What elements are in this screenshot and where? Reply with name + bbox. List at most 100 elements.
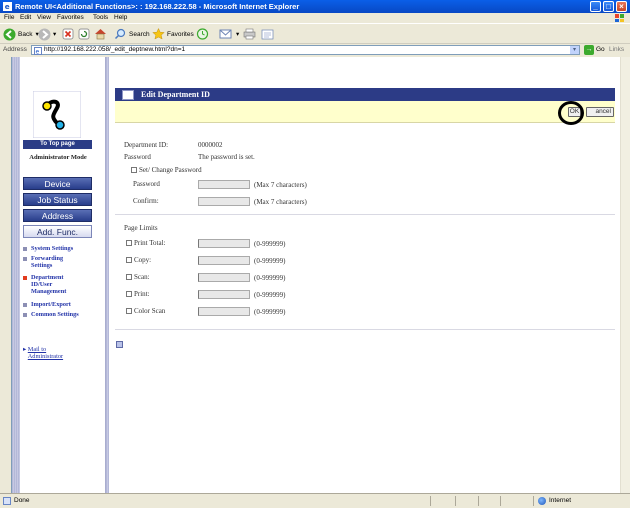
svg-text:e: e	[5, 2, 10, 11]
menu-edit[interactable]: Edit	[20, 14, 31, 21]
confirm-input[interactable]	[198, 197, 250, 206]
scan-input[interactable]	[198, 273, 250, 282]
copy-input[interactable]	[198, 256, 250, 265]
print-total-checkbox[interactable]	[126, 240, 132, 246]
nav-button-device[interactable]: Device	[23, 177, 92, 190]
menu-favorites[interactable]: Favorites	[57, 14, 84, 21]
toolbar: Back ▾ ▾ Search Favorites ▾	[0, 23, 630, 43]
bullet-icon	[23, 302, 27, 307]
print-checkbox[interactable]	[126, 291, 132, 297]
password-status: The password is set.	[198, 153, 255, 161]
mode-label: Administrator Mode	[29, 154, 87, 161]
scan-range: (0-999999)	[254, 274, 286, 282]
back-button[interactable]: Back ▾	[3, 27, 39, 41]
title-bar: e Remote UI<Additional Functions>: : 192…	[0, 0, 630, 13]
search-button[interactable]: Search	[114, 27, 150, 41]
internet-zone-icon	[538, 497, 546, 505]
page-icon: e	[34, 47, 42, 55]
sidebar-link-common-settings[interactable]: Common Settings	[23, 311, 79, 319]
status-divider	[500, 496, 501, 506]
home-icon	[95, 29, 106, 40]
print-total-label: Print Total:	[134, 239, 166, 247]
links-button[interactable]: Links	[609, 46, 624, 53]
panel-title: Edit Department ID	[141, 90, 210, 99]
department-id-label: Department ID:	[124, 141, 169, 149]
page-top-icon[interactable]	[116, 341, 123, 348]
window-title: Remote UI<Additional Functions>: : 192.1…	[15, 2, 300, 11]
confirm-label: Confirm:	[133, 197, 159, 205]
print-label: Print:	[134, 290, 150, 298]
forward-button[interactable]: ▾	[38, 27, 56, 41]
password-label: Password	[124, 153, 151, 161]
close-button[interactable]: ×	[616, 1, 627, 12]
password-input[interactable]	[198, 180, 250, 189]
main-panel: Edit Department ID OK ancel Department I…	[109, 57, 621, 493]
scan-label: Scan:	[134, 273, 150, 281]
status-divider	[430, 496, 431, 506]
star-icon	[152, 28, 165, 40]
color-scan-input[interactable]	[198, 307, 250, 316]
status-divider	[455, 496, 456, 506]
nav-button-job-status[interactable]: Job Status	[23, 193, 92, 206]
edit-page-icon	[261, 29, 274, 40]
address-bar: Address e http://192.168.222.058/_edit_d…	[0, 43, 630, 56]
home-button[interactable]	[94, 27, 107, 41]
sidebar-link-forwarding-settings[interactable]: Forwarding Settings	[23, 255, 63, 271]
color-scan-label: Color Scan	[134, 307, 166, 315]
windows-logo-icon	[615, 14, 624, 22]
active-bullet-icon	[23, 275, 27, 280]
highlight-circle	[558, 101, 584, 125]
stop-icon	[62, 28, 74, 40]
copy-label: Copy:	[134, 256, 152, 264]
remote-ui-logo-icon	[33, 91, 81, 138]
set-change-password-checkbox[interactable]	[131, 167, 137, 173]
vertical-scrollbar[interactable]	[620, 57, 630, 493]
bullet-icon	[23, 246, 27, 251]
status-divider	[478, 496, 479, 506]
department-id-value: 0000002	[198, 141, 223, 149]
stop-button[interactable]	[62, 27, 74, 41]
sidebar-link-system-settings[interactable]: System Settings	[23, 245, 73, 253]
refresh-button[interactable]	[78, 27, 90, 41]
favorites-button[interactable]: Favorites	[152, 27, 194, 41]
print-input[interactable]	[198, 290, 250, 299]
menu-help[interactable]: Help	[114, 14, 127, 21]
printer-icon	[243, 28, 256, 40]
sidebar-link-import-export[interactable]: Import/Export	[23, 301, 71, 309]
go-button[interactable]: Go	[596, 46, 605, 53]
action-bar: OK ancel	[115, 101, 615, 125]
go-arrow-icon[interactable]: →	[584, 45, 594, 55]
cancel-button[interactable]: ancel	[586, 107, 614, 117]
browser-content: To Top page Administrator Mode Device Jo…	[11, 57, 621, 493]
color-scan-checkbox[interactable]	[126, 308, 132, 314]
status-text: Done	[14, 497, 30, 504]
history-button[interactable]	[196, 27, 209, 41]
sidebar-link-department-id[interactable]: Department ID/User Management	[23, 274, 66, 298]
address-input[interactable]: e http://192.168.222.058/_edit_deptnew.h…	[31, 45, 580, 55]
back-arrow-icon	[3, 28, 16, 40]
nav-button-add-func[interactable]: Add. Func.	[23, 225, 92, 238]
maximize-button[interactable]: □	[603, 1, 614, 12]
menu-bar: File Edit View Favorites Tools Help	[0, 13, 630, 23]
menu-view[interactable]: View	[37, 14, 51, 21]
address-dropdown-icon[interactable]: ▾	[570, 46, 579, 54]
bullet-icon	[23, 256, 27, 261]
menu-file[interactable]: File	[4, 14, 14, 21]
mail-button[interactable]: ▾	[219, 27, 239, 41]
menu-tools[interactable]: Tools	[93, 14, 108, 21]
print-button[interactable]	[243, 27, 256, 41]
print-total-input[interactable]	[198, 239, 250, 248]
copy-checkbox[interactable]	[126, 257, 132, 263]
password-field-label: Password	[133, 180, 160, 188]
minimize-button[interactable]: _	[590, 1, 601, 12]
password-hint: (Max 7 characters)	[254, 181, 307, 189]
nav-button-address[interactable]: Address	[23, 209, 92, 222]
mail-to-admin-link[interactable]: ▸ Mail to Administrator	[23, 346, 72, 360]
print-total-range: (0-999999)	[254, 240, 286, 248]
separator	[115, 214, 615, 215]
top-page-link[interactable]: To Top page	[23, 140, 92, 149]
edit-button[interactable]	[261, 27, 274, 41]
scan-checkbox[interactable]	[126, 274, 132, 280]
history-icon	[196, 28, 209, 40]
color-scan-range: (0-999999)	[254, 308, 286, 316]
